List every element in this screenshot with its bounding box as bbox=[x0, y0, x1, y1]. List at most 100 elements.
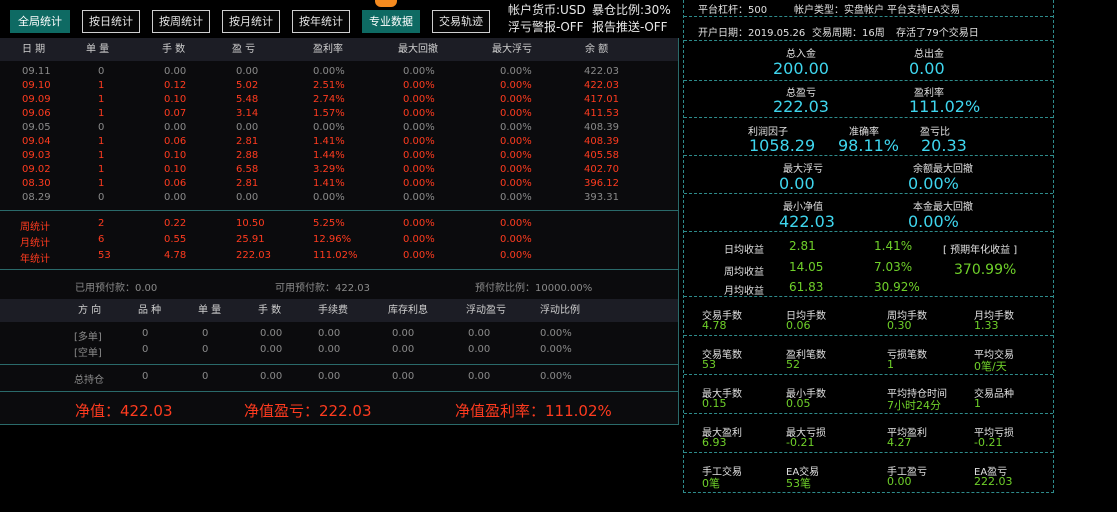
row-lots: 0.00 bbox=[164, 192, 187, 203]
metric-value: 222.03 bbox=[974, 475, 1013, 488]
row-pl: 0.00 bbox=[236, 192, 259, 203]
row-orders: 0 bbox=[98, 122, 105, 133]
loss-alert-toggle[interactable]: 浮亏警报-OFF bbox=[508, 18, 584, 35]
row-lots: 0.12 bbox=[164, 80, 187, 91]
account-type: 帐户类型：实盘帐户 bbox=[794, 5, 884, 16]
daily-row[interactable]: 08.30 1 0.06 2.81 1.41% 0.00% 0.00% 396.12 bbox=[0, 178, 678, 192]
row-rate: 0.00% bbox=[313, 122, 345, 133]
daily-row[interactable]: 09.06 1 0.07 3.14 1.57% 0.00% 0.00% 411.53 bbox=[0, 108, 678, 122]
daily-row[interactable]: 09.02 1 0.10 6.58 3.29% 0.00% 0.00% 402.70 bbox=[0, 164, 678, 178]
metric-value: 1.33 bbox=[974, 319, 999, 332]
total-row: 周统计 2 0.22 10.50 5.25% 0.00% 0.00% bbox=[0, 218, 678, 233]
metric-value: 1 bbox=[974, 397, 981, 410]
row-balance: 411.53 bbox=[584, 108, 619, 119]
position-row[interactable]: [多单] 0 0 0.00 0.00 0.00 0.00 0.00% bbox=[0, 328, 678, 343]
row-max-dd: 0.00% bbox=[403, 192, 435, 203]
pos-orders: 0 bbox=[202, 328, 209, 339]
metric-value: 6.93 bbox=[702, 436, 727, 449]
total-rate: 5.25% bbox=[313, 218, 345, 229]
row-max-dd: 0.00% bbox=[403, 136, 435, 147]
pos-swap: 0.00 bbox=[392, 328, 415, 339]
deposit-value: 200.00 bbox=[773, 59, 829, 78]
pro-data-button[interactable]: 专业数据 bbox=[362, 10, 420, 33]
daily-row[interactable]: 09.03 1 0.10 2.88 1.44% 0.00% 0.00% 405.58 bbox=[0, 150, 678, 164]
row-orders: 1 bbox=[98, 150, 105, 161]
max-float-value: 0.00 bbox=[779, 174, 815, 193]
col-rate: 盈利率 bbox=[313, 44, 343, 55]
profit-rate-value: 111.02% bbox=[909, 97, 981, 116]
row-orders: 1 bbox=[98, 108, 105, 119]
total-label: 总持仓 bbox=[74, 375, 104, 386]
weekly-stats-button[interactable]: 按周统计 bbox=[152, 10, 210, 33]
row-orders: 1 bbox=[98, 80, 105, 91]
pos-symbol: 0 bbox=[142, 328, 149, 339]
row-lots: 0.10 bbox=[164, 94, 187, 105]
metric-value: 53笔 bbox=[786, 477, 811, 490]
row-balance: 393.31 bbox=[584, 192, 619, 203]
pos-fratio: 0.00% bbox=[540, 344, 572, 355]
average-returns: 日均收益 2.81 1.41% 周均收益 14.05 7.03% 月均收益 61… bbox=[684, 232, 1053, 297]
daily-row[interactable]: 09.11 0 0.00 0.00 0.00% 0.00% 0.00% 422.03 bbox=[0, 66, 678, 80]
total-lots: 0.00 bbox=[260, 371, 283, 382]
equity-section: 最小净值 422.03 本金最大回撤 0.00% bbox=[684, 194, 1053, 232]
col-pl: 盈 亏 bbox=[232, 44, 256, 55]
open-date: 开户日期：2019.05.26 bbox=[698, 28, 806, 39]
row-pl: 3.14 bbox=[236, 108, 259, 119]
exposure-ratio: 暴仓比例:30% bbox=[592, 3, 671, 17]
row-rate: 0.00% bbox=[313, 192, 345, 203]
metric-value: 0笔/天 bbox=[974, 360, 1007, 373]
total-lots: 4.78 bbox=[164, 250, 187, 261]
col-floating-pl: 浮动盈亏 bbox=[466, 305, 506, 316]
row-balance: 405.58 bbox=[584, 150, 619, 161]
min-equity-value: 422.03 bbox=[779, 212, 835, 231]
margin-used: 已用预付款：0.00 bbox=[75, 283, 158, 294]
daily-stats-button[interactable]: 按日统计 bbox=[82, 10, 140, 33]
total-pl: 10.50 bbox=[236, 218, 265, 229]
monthly-return-value: 61.83 bbox=[789, 280, 824, 294]
row-date: 08.29 bbox=[22, 192, 51, 203]
row-max-float: 0.00% bbox=[500, 178, 532, 189]
divider bbox=[0, 364, 678, 365]
toolbar: 全局统计 按日统计 按周统计 按月统计 按年统计 专业数据 交易轨迹 帐户货币:… bbox=[0, 0, 678, 38]
row-balance: 422.03 bbox=[584, 80, 619, 91]
row-rate: 1.41% bbox=[313, 136, 345, 147]
margin-ratio: 预付款比例：10000.00% bbox=[475, 283, 593, 294]
row-lots: 0.10 bbox=[164, 150, 187, 161]
total-period-label: 年统计 bbox=[20, 254, 50, 265]
position-row[interactable]: [空单] 0 0 0.00 0.00 0.00 0.00 0.00% bbox=[0, 344, 678, 359]
divider bbox=[0, 210, 678, 211]
net-pl: 净值盈亏：222.03 bbox=[244, 402, 372, 420]
row-orders: 1 bbox=[98, 136, 105, 147]
col-symbol: 品 种 bbox=[138, 305, 162, 316]
daily-row[interactable]: 09.05 0 0.00 0.00 0.00% 0.00% 0.00% 408.39 bbox=[0, 122, 678, 136]
pos-lots: 0.00 bbox=[260, 328, 283, 339]
row-max-dd: 0.00% bbox=[403, 108, 435, 119]
row-max-dd: 0.00% bbox=[403, 178, 435, 189]
row-pl: 2.81 bbox=[236, 136, 259, 147]
report-push-toggle[interactable]: 报告推送-OFF bbox=[592, 18, 668, 35]
global-stats-button[interactable]: 全局统计 bbox=[10, 10, 70, 33]
daily-row[interactable]: 08.29 0 0.00 0.00 0.00% 0.00% 0.00% 393.31 bbox=[0, 192, 678, 206]
metric-value: 0.00 bbox=[887, 475, 912, 488]
net-value: 净值：422.03 bbox=[75, 402, 173, 420]
capital-dd-value: 0.00% bbox=[908, 212, 959, 231]
trade-track-button[interactable]: 交易轨迹 bbox=[432, 10, 490, 33]
row-lots: 0.07 bbox=[164, 108, 187, 119]
row-rate: 1.44% bbox=[313, 150, 345, 161]
pos-symbol: 0 bbox=[142, 344, 149, 355]
row-orders: 0 bbox=[98, 192, 105, 203]
row-max-dd: 0.00% bbox=[403, 164, 435, 175]
monthly-stats-button[interactable]: 按月统计 bbox=[222, 10, 280, 33]
weekly-return-pct: 7.03% bbox=[874, 260, 913, 274]
row-max-dd: 0.00% bbox=[403, 66, 435, 77]
daily-row[interactable]: 09.09 1 0.10 5.48 2.74% 0.00% 0.00% 417.01 bbox=[0, 94, 678, 108]
daily-row[interactable]: 09.04 1 0.06 2.81 1.41% 0.00% 0.00% 408.39 bbox=[0, 136, 678, 150]
row-orders: 1 bbox=[98, 164, 105, 175]
daily-row[interactable]: 09.10 1 0.12 5.02 2.51% 0.00% 0.00% 422.03 bbox=[0, 80, 678, 94]
row-lots: 0.06 bbox=[164, 136, 187, 147]
row-max-float: 0.00% bbox=[500, 150, 532, 161]
accuracy-value: 98.11% bbox=[838, 136, 900, 155]
yearly-stats-button[interactable]: 按年统计 bbox=[292, 10, 350, 33]
ea-support: 平台支持EA交易 bbox=[887, 5, 961, 16]
trade-days: 存活了79个交易日 bbox=[896, 28, 979, 39]
